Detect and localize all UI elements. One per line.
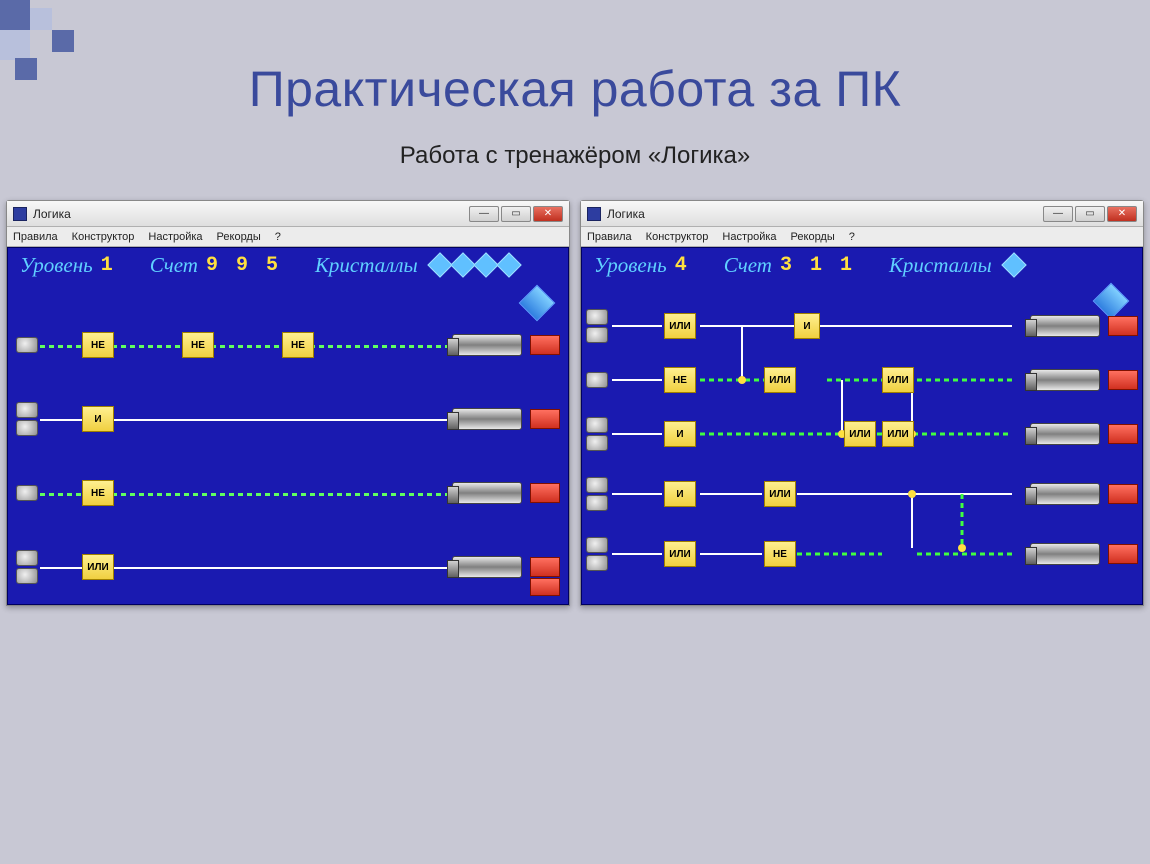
screenshots-row: Логика — ▭ ✕ Правила Конструктор Настрой… — [0, 200, 1150, 606]
menubar: Правила Конструктор Настройка Рекорды ? — [7, 227, 569, 247]
target-block — [1108, 316, 1138, 336]
target-block — [530, 578, 560, 596]
crystal-icon — [473, 252, 498, 277]
input-pad[interactable] — [16, 485, 38, 501]
slide: Практическая работа за ПК Работа с трена… — [0, 0, 1150, 864]
input-pad[interactable] — [586, 309, 608, 343]
close-button[interactable]: ✕ — [1107, 206, 1137, 222]
target-block — [530, 483, 560, 503]
titlebar: Логика — ▭ ✕ — [7, 201, 569, 227]
status-row: Уровень 1 Счет 9 9 5 Кристаллы — [8, 248, 568, 282]
circuit-row: И — [12, 388, 564, 450]
maximize-button[interactable]: ▭ — [501, 206, 531, 222]
gate-or[interactable]: ИЛИ — [844, 421, 876, 447]
cannon — [1030, 369, 1100, 391]
cannon — [1030, 483, 1100, 505]
minimize-button[interactable]: — — [469, 206, 499, 222]
menu-help[interactable]: ? — [275, 231, 281, 243]
gate-not[interactable]: НЕ — [82, 332, 114, 358]
target-block — [1108, 370, 1138, 390]
gate-or[interactable]: ИЛИ — [664, 313, 696, 339]
target-block — [1108, 484, 1138, 504]
gate-not[interactable]: НЕ — [82, 480, 114, 506]
crystals-icons — [430, 256, 519, 274]
gate-not[interactable]: НЕ — [764, 541, 796, 567]
crystal-icon — [450, 252, 475, 277]
menu-settings[interactable]: Настройка — [722, 231, 776, 243]
target-block — [530, 409, 560, 429]
target-block — [530, 557, 560, 577]
target-block — [530, 335, 560, 355]
menu-constructor[interactable]: Конструктор — [646, 231, 709, 243]
close-button[interactable]: ✕ — [533, 206, 563, 222]
crystal-icon — [427, 252, 452, 277]
gate-and[interactable]: И — [82, 406, 114, 432]
gate-and[interactable]: И — [664, 481, 696, 507]
window-title: Логика — [33, 207, 71, 221]
gate-or[interactable]: ИЛИ — [882, 421, 914, 447]
input-pad[interactable] — [16, 550, 38, 584]
gate-not[interactable]: НЕ — [182, 332, 214, 358]
titlebar: Логика — ▭ ✕ — [581, 201, 1143, 227]
gate-or[interactable]: ИЛИ — [764, 481, 796, 507]
app-icon — [587, 207, 601, 221]
circuit-row: НЕ НЕ НЕ — [12, 314, 564, 376]
gate-not[interactable]: НЕ — [664, 367, 696, 393]
target-block — [1108, 544, 1138, 564]
target-block — [1108, 424, 1138, 444]
input-pad[interactable] — [16, 402, 38, 436]
cannon — [452, 334, 522, 356]
app-icon — [13, 207, 27, 221]
window-buttons: — ▭ ✕ — [469, 206, 563, 222]
cannon — [1030, 543, 1100, 565]
menu-records[interactable]: Рекорды — [791, 231, 835, 243]
menu-constructor[interactable]: Конструктор — [72, 231, 135, 243]
app-window-left: Логика — ▭ ✕ Правила Конструктор Настрой… — [6, 200, 570, 606]
level-value: 1 — [101, 254, 116, 277]
cannon — [452, 482, 522, 504]
circuit-row: НЕ — [12, 462, 564, 524]
slide-title: Практическая работа за ПК — [0, 60, 1150, 118]
gate-and[interactable]: И — [794, 313, 820, 339]
gate-or[interactable]: ИЛИ — [664, 541, 696, 567]
circuit-row: ИЛИ — [12, 536, 564, 598]
menu-help[interactable]: ? — [849, 231, 855, 243]
window-title: Логика — [607, 207, 645, 221]
cannon — [1030, 423, 1100, 445]
gate-not[interactable]: НЕ — [282, 332, 314, 358]
game-area: Уровень 1 Счет 9 9 5 Кристаллы НЕНЕНЕИНЕ… — [7, 247, 569, 605]
menubar: Правила Конструктор Настройка Рекорды ? — [581, 227, 1143, 247]
gate-and[interactable]: И — [664, 421, 696, 447]
maximize-button[interactable]: ▭ — [1075, 206, 1105, 222]
gate-or[interactable]: ИЛИ — [82, 554, 114, 580]
level-label: Уровень — [20, 253, 93, 278]
slide-subtitle: Работа с тренажёром «Логика» — [0, 142, 1150, 170]
menu-records[interactable]: Рекорды — [217, 231, 261, 243]
crystal-icon — [496, 252, 521, 277]
gate-or[interactable]: ИЛИ — [882, 367, 914, 393]
window-buttons: — ▭ ✕ — [1043, 206, 1137, 222]
gate-or[interactable]: ИЛИ — [764, 367, 796, 393]
minimize-button[interactable]: — — [1043, 206, 1073, 222]
input-pad[interactable] — [16, 337, 38, 353]
app-window-right: Логика — ▭ ✕ Правила Конструктор Настрой… — [580, 200, 1144, 606]
score-label: Счет — [150, 253, 198, 278]
input-pad[interactable] — [586, 477, 608, 511]
input-pad[interactable] — [586, 372, 608, 388]
cannon — [1030, 315, 1100, 337]
input-pad[interactable] — [586, 417, 608, 451]
score-value: 9 9 5 — [206, 254, 281, 277]
game-area: Уровень 4 Счет 3 1 1 Кристаллы — [581, 247, 1143, 605]
menu-rules[interactable]: Правила — [13, 231, 58, 243]
menu-settings[interactable]: Настройка — [148, 231, 202, 243]
cannon — [452, 556, 522, 578]
cannon — [452, 408, 522, 430]
circuit-rows: НЕ НЕ НЕ И НЕ ИЛИ — [8, 308, 568, 604]
input-pad[interactable] — [586, 537, 608, 571]
menu-rules[interactable]: Правила — [587, 231, 632, 243]
crystals-label: Кристаллы — [315, 253, 418, 278]
